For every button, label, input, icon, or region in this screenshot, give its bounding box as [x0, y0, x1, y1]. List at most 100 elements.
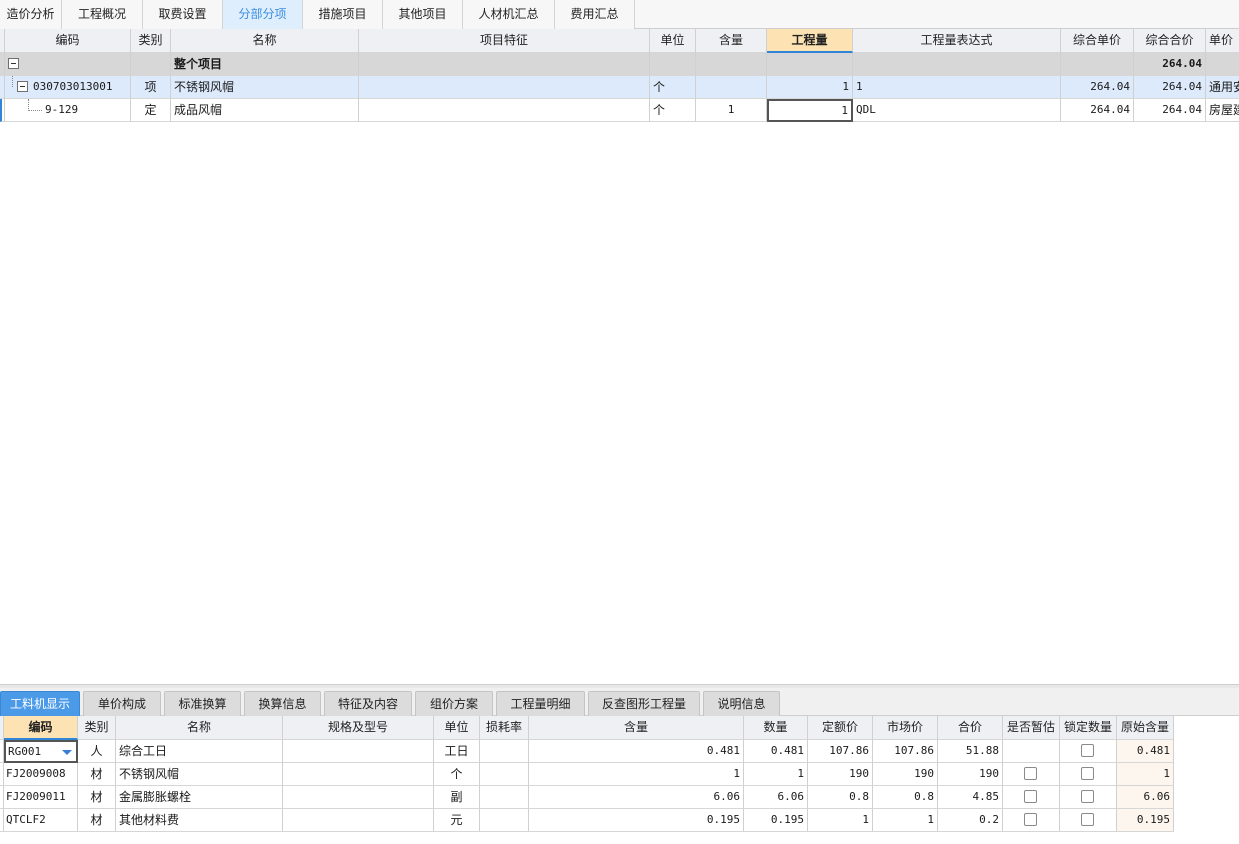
row-quantity[interactable]: 0.481 — [744, 740, 808, 763]
tab-quantity-detail[interactable]: 工程量明细 — [496, 691, 585, 716]
row-code[interactable]: FJ2009008 — [4, 763, 78, 786]
tab-standard-conversion[interactable]: 标准换算 — [164, 691, 241, 716]
row-unit[interactable]: 副 — [434, 786, 480, 809]
header-name[interactable]: 名称 — [116, 716, 283, 740]
header-unit[interactable]: 单位 — [434, 716, 480, 740]
row-name[interactable]: 综合工日 — [116, 740, 283, 763]
row-content[interactable]: 1 — [529, 763, 744, 786]
row-price-kind[interactable]: 通用安 — [1206, 76, 1239, 99]
provisional-checkbox[interactable] — [1024, 790, 1037, 803]
row-spec[interactable] — [283, 740, 434, 763]
row-spec[interactable] — [283, 763, 434, 786]
tab-fee-summary[interactable]: 费用汇总 — [555, 0, 635, 29]
header-spec[interactable]: 规格及型号 — [283, 716, 434, 740]
provisional-checkbox[interactable] — [1024, 813, 1037, 826]
row-market-price[interactable]: 0.8 — [873, 786, 938, 809]
header-feature[interactable]: 项目特征 — [359, 29, 650, 53]
header-ratio[interactable]: 含量 — [696, 29, 767, 53]
header-type[interactable]: 类别 — [78, 716, 116, 740]
row-quantity-input[interactable]: 1 — [767, 99, 853, 122]
locked-checkbox[interactable] — [1081, 767, 1094, 780]
locked-checkbox[interactable] — [1081, 813, 1094, 826]
chevron-down-icon[interactable] — [62, 750, 72, 755]
row-market-price[interactable]: 190 — [873, 763, 938, 786]
tab-other-items[interactable]: 其他项目 — [383, 0, 463, 29]
row-name[interactable]: 其他材料费 — [116, 809, 283, 832]
header-locked[interactable]: 锁定数量 — [1060, 716, 1117, 740]
locked-checkbox[interactable] — [1081, 790, 1094, 803]
header-type[interactable]: 类别 — [131, 29, 171, 53]
collapse-toggle-icon[interactable] — [8, 58, 19, 69]
row-price-kind[interactable]: 房屋建 — [1206, 99, 1239, 122]
tab-resource-summary[interactable]: 人材机汇总 — [463, 0, 555, 29]
row-name[interactable]: 不锈钢风帽 — [116, 763, 283, 786]
header-name[interactable]: 名称 — [171, 29, 359, 53]
row-code[interactable]: FJ2009011 — [4, 786, 78, 809]
row-content[interactable]: 6.06 — [529, 786, 744, 809]
locked-checkbox[interactable] — [1081, 744, 1094, 757]
tab-unit-price-composition[interactable]: 单价构成 — [83, 691, 161, 716]
row-feature[interactable] — [359, 76, 650, 99]
row-market-price[interactable]: 1 — [873, 809, 938, 832]
row-loss-rate[interactable] — [480, 786, 529, 809]
row-sum: 190 — [938, 763, 1003, 786]
header-unit-price[interactable]: 综合单价 — [1061, 29, 1134, 53]
tab-cost-analysis[interactable]: 造价分析 — [0, 0, 62, 29]
header-price-kind[interactable]: 单价 — [1206, 29, 1239, 53]
row-content[interactable]: 0.195 — [529, 809, 744, 832]
row-spec[interactable] — [283, 786, 434, 809]
header-original-content[interactable]: 原始含量 — [1117, 716, 1174, 740]
code-dropdown[interactable]: RG001 — [4, 740, 78, 763]
header-provisional[interactable]: 是否暂估 — [1003, 716, 1060, 740]
row-quantity-expression[interactable]: QDL — [853, 99, 1061, 122]
header-quantity[interactable]: 数量 — [744, 716, 808, 740]
tab-features-content[interactable]: 特征及内容 — [324, 691, 412, 716]
row-content[interactable]: 0.481 — [529, 740, 744, 763]
tab-description[interactable]: 说明信息 — [703, 691, 780, 716]
header-unit[interactable]: 单位 — [650, 29, 696, 53]
provisional-checkbox[interactable] — [1024, 767, 1037, 780]
header-code[interactable]: 编码 — [5, 29, 131, 53]
header-loss-rate[interactable]: 损耗率 — [480, 716, 529, 740]
header-total-price[interactable]: 综合合价 — [1134, 29, 1206, 53]
row-feature[interactable] — [359, 99, 650, 122]
row-loss-rate[interactable] — [480, 740, 529, 763]
header-sum[interactable]: 合价 — [938, 716, 1003, 740]
header-code[interactable]: 编码 — [4, 716, 78, 740]
row-unit[interactable]: 个 — [650, 99, 696, 122]
row-name[interactable]: 金属膨胀螺栓 — [116, 786, 283, 809]
header-quantity-expression[interactable]: 工程量表达式 — [853, 29, 1061, 53]
header-market-price[interactable]: 市场价 — [873, 716, 938, 740]
row-unit[interactable]: 工日 — [434, 740, 480, 763]
tab-pricing-scheme[interactable]: 组价方案 — [415, 691, 493, 716]
row-ratio[interactable]: 1 — [696, 99, 767, 122]
row-quantity[interactable]: 1 — [744, 763, 808, 786]
row-quantity[interactable]: 0.195 — [744, 809, 808, 832]
tab-project-overview[interactable]: 工程概况 — [62, 0, 143, 29]
tab-graphic-quantity[interactable]: 反查图形工程量 — [588, 691, 700, 716]
header-quota-price[interactable]: 定额价 — [808, 716, 873, 740]
tab-fee-settings[interactable]: 取费设置 — [143, 0, 223, 29]
row-original-content: 0.195 — [1117, 809, 1174, 832]
row-quantity[interactable]: 6.06 — [744, 786, 808, 809]
row-unit[interactable]: 个 — [650, 76, 696, 99]
row-unit[interactable]: 个 — [434, 763, 480, 786]
tab-conversion-info[interactable]: 换算信息 — [244, 691, 321, 716]
row-name[interactable]: 不锈钢风帽 — [171, 76, 359, 99]
row-unit[interactable]: 元 — [434, 809, 480, 832]
row-quantity-expression[interactable]: 1 — [853, 76, 1061, 99]
tab-resource-display[interactable]: 工料机显示 — [0, 691, 80, 716]
row-code[interactable]: QTCLF2 — [4, 809, 78, 832]
row-quantity[interactable]: 1 — [767, 76, 853, 99]
header-quantity[interactable]: 工程量 — [767, 29, 853, 53]
row-spec[interactable] — [283, 809, 434, 832]
row-loss-rate[interactable] — [480, 763, 529, 786]
row-market-price[interactable]: 107.86 — [873, 740, 938, 763]
header-content[interactable]: 含量 — [529, 716, 744, 740]
row-ratio[interactable] — [696, 76, 767, 99]
row-loss-rate[interactable] — [480, 809, 529, 832]
row-name[interactable]: 成品风帽 — [171, 99, 359, 122]
tab-sub-items[interactable]: 分部分项 — [223, 0, 303, 29]
collapse-toggle-icon[interactable] — [17, 81, 28, 92]
tab-measures[interactable]: 措施项目 — [303, 0, 383, 29]
